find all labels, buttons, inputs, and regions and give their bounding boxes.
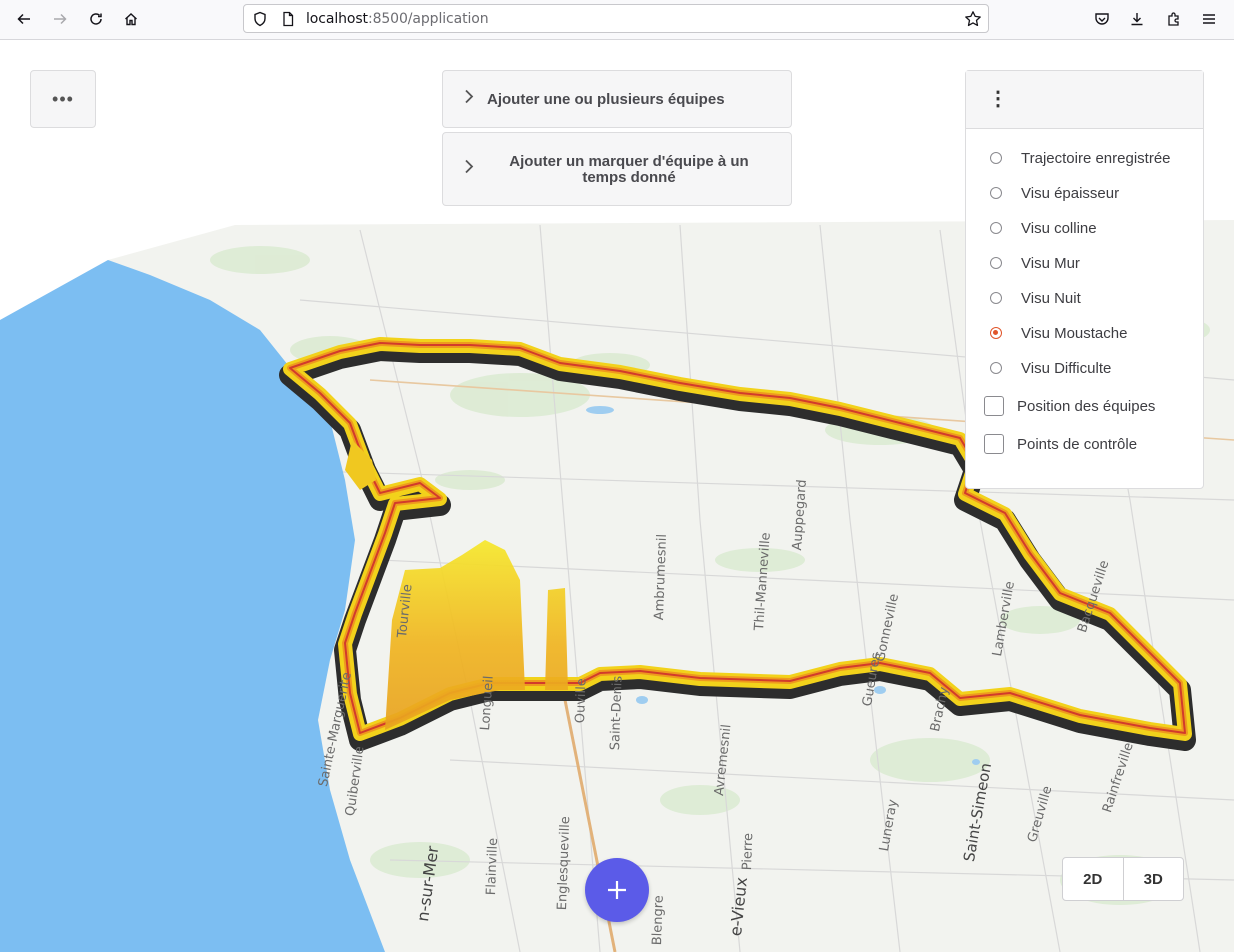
url-text[interactable]: localhost:8500/application: [306, 11, 489, 27]
layer-option-label: Visu colline: [1021, 219, 1097, 237]
checkbox-points-controle[interactable]: Points de contrôle: [984, 432, 1138, 456]
layer-option-nuit[interactable]: Visu Nuit: [990, 286, 1081, 310]
chevron-right-icon: [463, 159, 475, 179]
back-icon[interactable]: [9, 4, 39, 34]
layer-option-label: Visu Moustache: [1021, 324, 1128, 342]
layer-option-difficulte[interactable]: Visu Difficulte: [990, 356, 1111, 380]
checkbox-icon[interactable]: [984, 434, 1004, 454]
layer-option-moustache[interactable]: Visu Moustache: [990, 321, 1127, 345]
add-marker-label: Ajouter un marquer d'équipe à un temps d…: [509, 153, 749, 186]
pocket-icon[interactable]: [1087, 4, 1117, 34]
map-label: Pierre: [740, 832, 757, 871]
radio-icon[interactable]: [990, 152, 1002, 164]
more-menu-button[interactable]: •••: [30, 70, 96, 128]
map-label: Ouville: [573, 678, 590, 724]
browser-toolbar: localhost:8500/application: [0, 0, 1234, 40]
radio-icon[interactable]: [990, 187, 1002, 199]
forward-icon[interactable]: [45, 4, 75, 34]
map-label: Flainville: [484, 837, 501, 896]
checkbox-icon[interactable]: [984, 396, 1004, 416]
layer-option-mur[interactable]: Visu Mur: [990, 251, 1080, 275]
download-icon[interactable]: [1122, 4, 1152, 34]
layer-option-label: Visu Nuit: [1021, 289, 1081, 307]
checkbox-position-equipes[interactable]: Position des équipes: [984, 394, 1156, 418]
kebab-menu-icon[interactable]: ⋮: [988, 89, 1008, 109]
layer-option-label: Visu Mur: [1021, 254, 1080, 272]
chevron-right-icon: [463, 89, 475, 109]
bookmark-star-icon[interactable]: [964, 10, 982, 33]
radio-icon[interactable]: [990, 257, 1002, 269]
add-teams-label: Ajouter une ou plusieurs équipes: [487, 91, 725, 108]
url-bar[interactable]: localhost:8500/application: [243, 4, 989, 33]
shield-icon[interactable]: [252, 11, 268, 32]
home-icon[interactable]: [116, 4, 146, 34]
layer-option-trajectoire[interactable]: Trajectoire enregistrée: [990, 146, 1171, 170]
page-icon[interactable]: [280, 11, 296, 32]
map-label: Saint-Denis: [608, 675, 626, 751]
checkbox-label: Position des équipes: [1017, 397, 1156, 415]
layer-option-colline[interactable]: Visu colline: [990, 216, 1097, 240]
radio-selected-icon[interactable]: [990, 327, 1002, 339]
add-teams-panel[interactable]: Ajouter une ou plusieurs équipes: [442, 70, 792, 128]
layers-panel: ⋮ Trajectoire enregistrée Visu épaisseur…: [965, 70, 1204, 489]
radio-icon[interactable]: [990, 222, 1002, 234]
checkbox-label: Points de contrôle: [1017, 435, 1138, 453]
hamburger-menu-icon[interactable]: [1194, 4, 1224, 34]
layer-option-label: Visu Difficulte: [1021, 359, 1112, 377]
view-2d-button[interactable]: 2D: [1063, 858, 1124, 900]
map-label: Ambrumesnil: [652, 533, 671, 621]
url-host: localhost: [306, 11, 368, 27]
plus-icon: [605, 869, 629, 911]
add-marker-panel[interactable]: Ajouter un marquer d'équipe à un temps d…: [442, 132, 792, 206]
add-fab-button[interactable]: [585, 858, 649, 922]
layers-panel-header: ⋮: [966, 71, 1203, 129]
layer-option-epaisseur[interactable]: Visu épaisseur: [990, 181, 1119, 205]
radio-icon[interactable]: [990, 292, 1002, 304]
map-label: Blengre: [650, 894, 667, 946]
extensions-icon[interactable]: [1159, 4, 1189, 34]
url-path: :8500/application: [367, 11, 489, 27]
radio-icon[interactable]: [990, 362, 1002, 374]
ellipsis-icon: •••: [52, 88, 74, 109]
view-mode-toggle: 2D 3D: [1062, 857, 1184, 901]
layer-option-label: Trajectoire enregistrée: [1021, 149, 1171, 167]
layer-option-label: Visu épaisseur: [1021, 184, 1120, 202]
view-3d-button[interactable]: 3D: [1124, 858, 1184, 900]
reload-icon[interactable]: [81, 4, 111, 34]
